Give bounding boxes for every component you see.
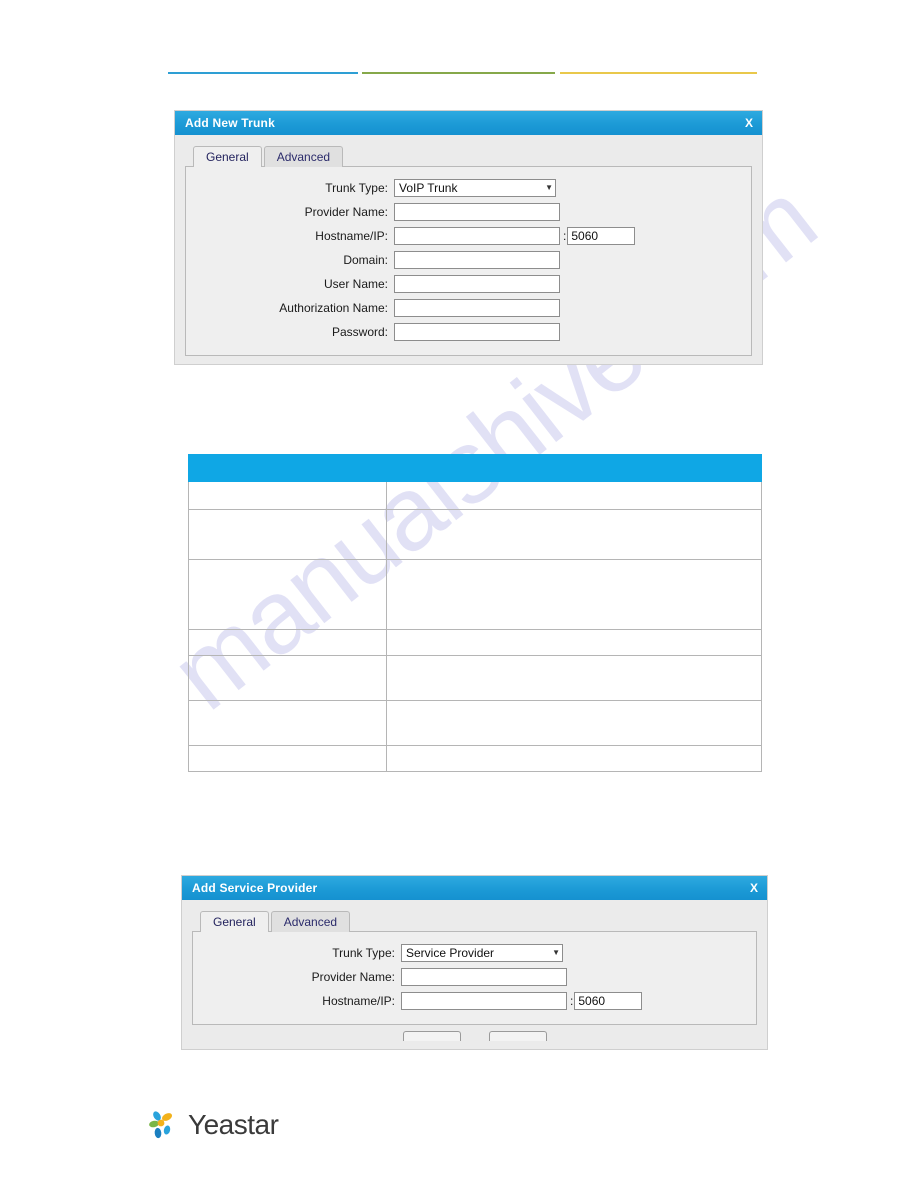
yeastar-logo: Yeastar xyxy=(148,1108,279,1142)
table-cell-description xyxy=(386,629,762,656)
tab-advanced[interactable]: Advanced xyxy=(263,146,344,167)
port-input[interactable] xyxy=(574,992,643,1010)
port-separator: : xyxy=(570,994,574,1008)
provider-tabstrip: General Advanced xyxy=(200,910,757,932)
trunk-dialog-title: Add New Trunk xyxy=(185,116,275,130)
port-input[interactable] xyxy=(567,227,636,245)
provider-dialog-footer xyxy=(192,1025,757,1041)
field-row-hostname-ip: Hostname/IP: : xyxy=(205,992,744,1010)
provider-name-input[interactable] xyxy=(401,968,567,986)
authorization-name-input[interactable] xyxy=(394,299,560,317)
table-row xyxy=(188,629,762,656)
chevron-down-icon: ▼ xyxy=(545,183,553,192)
cancel-button[interactable] xyxy=(488,1031,547,1041)
domain-input[interactable] xyxy=(394,251,560,269)
provider-dialog-titlebar: Add Service Provider X xyxy=(182,876,767,900)
table-cell-description xyxy=(386,655,762,701)
close-icon[interactable]: X xyxy=(745,117,753,129)
header-rule-yellow xyxy=(560,72,757,74)
trunk-dialog-titlebar: Add New Trunk X xyxy=(175,111,762,135)
trunk-type-select[interactable]: Service Provider ▼ xyxy=(401,944,563,962)
trunk-tabstrip: General Advanced xyxy=(193,145,752,167)
field-row-authorization-name: Authorization Name: xyxy=(198,299,739,317)
table-cell-name xyxy=(188,509,387,560)
table-cell-description xyxy=(386,700,762,746)
provider-dialog-body: General Advanced Trunk Type: Service Pro… xyxy=(182,900,767,1049)
trunk-type-label: Trunk Type: xyxy=(325,181,388,195)
add-service-provider-dialog: Add Service Provider X General Advanced … xyxy=(181,875,768,1050)
field-row-domain: Domain: xyxy=(198,251,739,269)
table-cell-description xyxy=(386,509,762,560)
header-rule-blue xyxy=(168,72,358,74)
table-row xyxy=(188,700,762,746)
tab-advanced[interactable]: Advanced xyxy=(270,911,351,932)
user-name-input[interactable] xyxy=(394,275,560,293)
trunk-dialog-body: General Advanced Trunk Type: VoIP Trunk … xyxy=(175,135,762,364)
hostname-ip-label: Hostname/IP: xyxy=(322,994,395,1008)
user-name-label: User Name: xyxy=(323,277,388,291)
yeastar-petal-mark-icon xyxy=(148,1108,182,1142)
provider-name-label: Provider Name: xyxy=(304,205,388,219)
field-row-provider-name: Provider Name: xyxy=(205,968,744,986)
trunk-general-panel: Trunk Type: VoIP Trunk ▼ Provider Name: … xyxy=(185,166,752,356)
table-header-cell-2 xyxy=(386,454,762,482)
parameter-description-table xyxy=(188,454,762,772)
trunk-type-select[interactable]: VoIP Trunk ▼ xyxy=(394,179,556,197)
hostname-ip-label: Hostname/IP: xyxy=(315,229,388,243)
trunk-type-value: VoIP Trunk xyxy=(399,181,458,195)
trunk-type-value: Service Provider xyxy=(406,946,495,960)
table-cell-name xyxy=(188,559,387,630)
table-header-row xyxy=(188,454,762,482)
provider-name-input[interactable] xyxy=(394,203,560,221)
provider-general-panel: Trunk Type: Service Provider ▼ Provider … xyxy=(192,931,757,1025)
table-row xyxy=(188,745,762,772)
table-cell-description xyxy=(386,481,762,510)
table-cell-name xyxy=(188,481,387,510)
field-row-trunk-type: Trunk Type: VoIP Trunk ▼ xyxy=(198,179,739,197)
chevron-down-icon: ▼ xyxy=(552,948,560,957)
table-cell-name xyxy=(188,629,387,656)
close-icon[interactable]: X xyxy=(750,882,758,894)
table-header-cell-1 xyxy=(188,454,387,482)
authorization-name-label: Authorization Name: xyxy=(279,301,388,315)
table-row xyxy=(188,559,762,630)
yeastar-wordmark: Yeastar xyxy=(188,1109,279,1140)
trunk-type-label: Trunk Type: xyxy=(332,946,395,960)
table-row xyxy=(188,481,762,510)
table-cell-description xyxy=(386,559,762,630)
password-input[interactable] xyxy=(394,323,560,341)
tab-general[interactable]: General xyxy=(193,146,262,167)
header-rule-green xyxy=(362,72,555,74)
field-row-user-name: User Name: xyxy=(198,275,739,293)
save-button[interactable] xyxy=(402,1031,461,1041)
table-cell-name xyxy=(188,745,387,772)
port-separator: : xyxy=(563,229,567,243)
field-row-password: Password: xyxy=(198,323,739,341)
field-row-trunk-type: Trunk Type: Service Provider ▼ xyxy=(205,944,744,962)
password-label: Password: xyxy=(331,325,388,339)
table-row xyxy=(188,655,762,701)
table-cell-name xyxy=(188,655,387,701)
table-row xyxy=(188,509,762,560)
tab-general[interactable]: General xyxy=(200,911,269,932)
field-row-hostname-ip: Hostname/IP: : xyxy=(198,227,739,245)
hostname-ip-input[interactable] xyxy=(394,227,560,245)
table-cell-name xyxy=(188,700,387,746)
domain-label: Domain: xyxy=(343,253,388,267)
table-cell-description xyxy=(386,745,762,772)
add-new-trunk-dialog: Add New Trunk X General Advanced Trunk T… xyxy=(174,110,763,365)
provider-name-label: Provider Name: xyxy=(311,970,395,984)
provider-dialog-title: Add Service Provider xyxy=(192,881,318,895)
field-row-provider-name: Provider Name: xyxy=(198,203,739,221)
hostname-ip-input[interactable] xyxy=(401,992,567,1010)
